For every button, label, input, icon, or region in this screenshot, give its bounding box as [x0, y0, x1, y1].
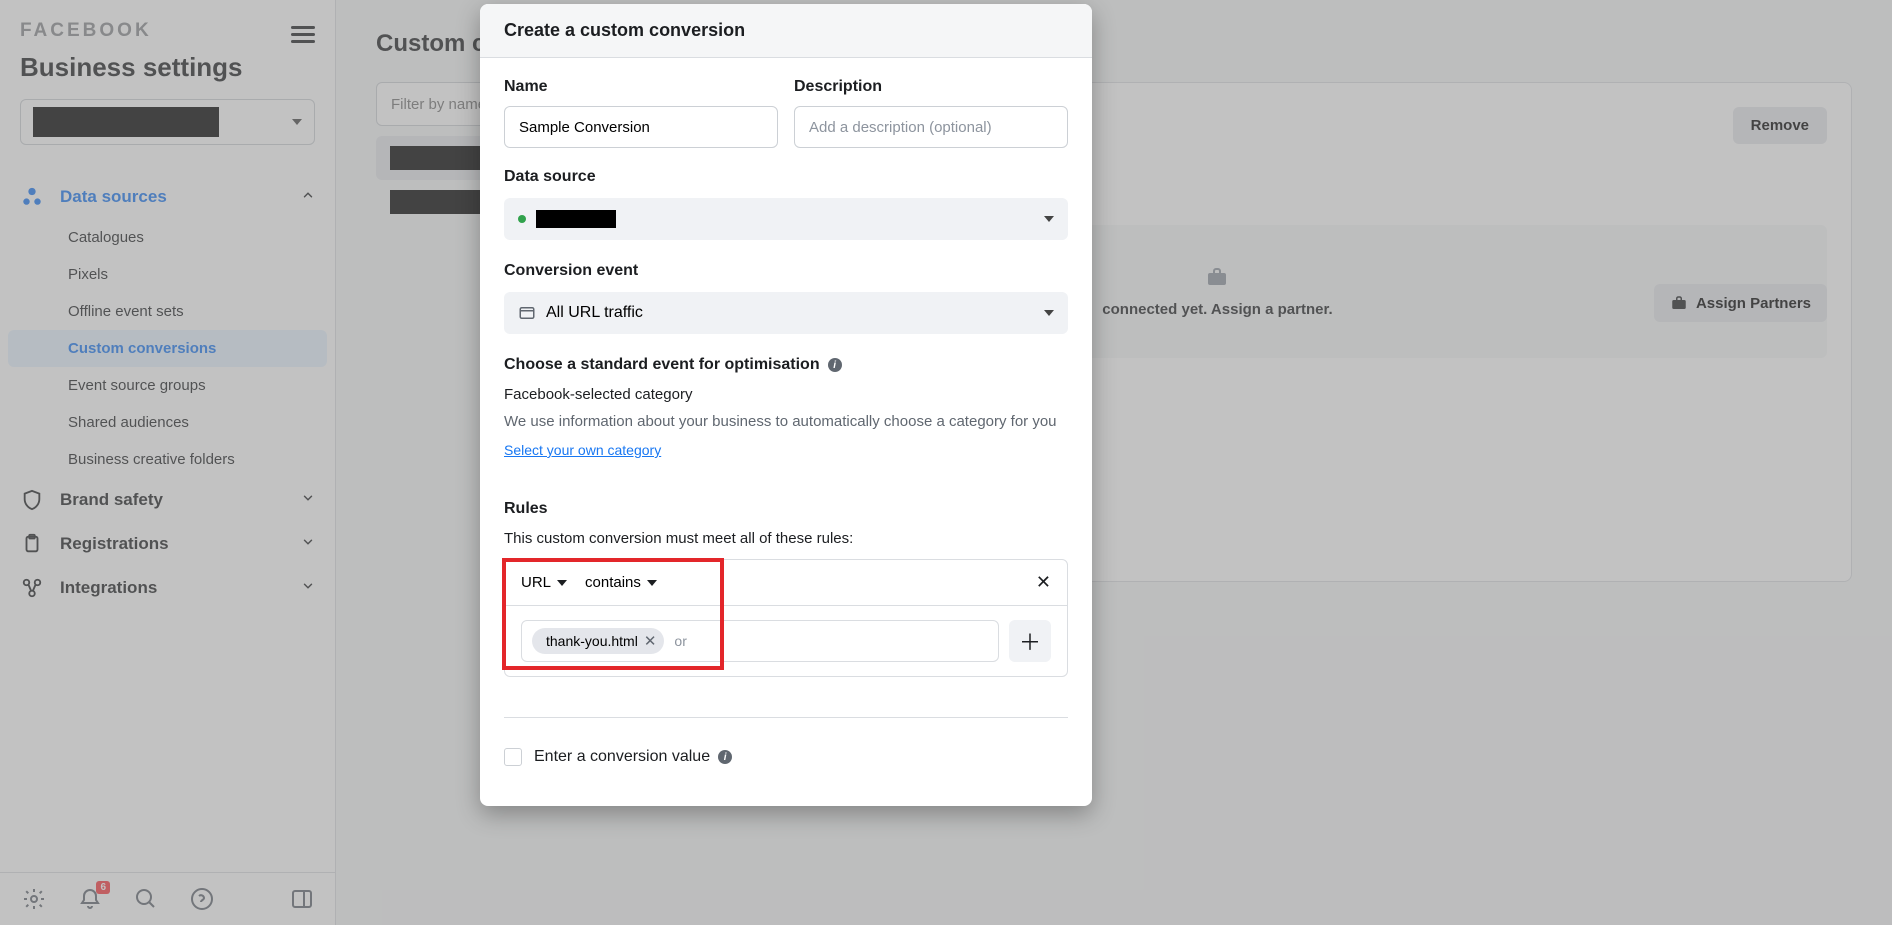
fb-category-text: Facebook-selected category — [504, 386, 1068, 403]
chevron-down-icon — [1044, 310, 1054, 316]
help-text: We use information about your business t… — [504, 411, 1068, 432]
data-source-label: Data source — [504, 168, 1068, 186]
chevron-down-icon — [1044, 216, 1054, 222]
name-input[interactable] — [504, 106, 778, 148]
description-input[interactable] — [794, 106, 1068, 148]
create-conversion-modal: Create a custom conversion Name Descript… — [480, 4, 1092, 806]
conversion-value-label: Enter a conversion value i — [534, 748, 732, 766]
divider — [504, 717, 1068, 718]
info-icon[interactable]: i — [718, 750, 732, 764]
add-rule-button[interactable]: ＋ — [1009, 620, 1051, 662]
data-source-name-redacted — [536, 210, 616, 228]
remove-rule-icon[interactable]: ✕ — [1036, 572, 1051, 593]
rules-subtext: This custom conversion must meet all of … — [504, 530, 1068, 547]
conversion-event-value: All URL traffic — [546, 304, 643, 322]
rules-container: URL contains ✕ thank-you.html — [504, 559, 1068, 677]
conversion-event-label: Conversion event — [504, 262, 1068, 280]
select-category-link[interactable]: Select your own category — [504, 442, 661, 458]
rule-value-tag: thank-you.html ✕ — [532, 628, 664, 654]
status-dot-icon — [518, 215, 526, 223]
rule-value-input[interactable]: thank-you.html ✕ or — [521, 620, 999, 662]
browser-icon — [518, 304, 536, 322]
caret-down-icon — [557, 580, 567, 586]
info-icon[interactable]: i — [828, 358, 842, 372]
rule-operator-dropdown[interactable]: contains — [585, 574, 657, 591]
standard-event-label: Choose a standard event for optimisation… — [504, 356, 1068, 374]
or-placeholder: or — [674, 633, 686, 649]
modal-title: Create a custom conversion — [480, 4, 1092, 58]
caret-down-icon — [647, 580, 657, 586]
rules-label: Rules — [504, 500, 1068, 518]
name-label: Name — [504, 78, 778, 96]
data-source-dropdown[interactable] — [504, 198, 1068, 240]
description-label: Description — [794, 78, 1068, 96]
remove-tag-icon[interactable]: ✕ — [644, 632, 657, 650]
rule-param-dropdown[interactable]: URL — [521, 574, 567, 591]
conversion-event-dropdown[interactable]: All URL traffic — [504, 292, 1068, 334]
conversion-value-checkbox[interactable] — [504, 748, 522, 766]
